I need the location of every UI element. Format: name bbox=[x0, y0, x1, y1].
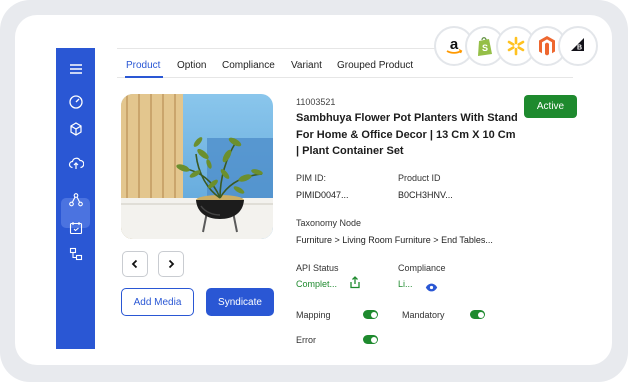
svg-text:S: S bbox=[482, 43, 488, 53]
mandatory-toggle[interactable] bbox=[470, 310, 485, 319]
compliance-label: Compliance bbox=[398, 263, 446, 273]
mapping-label: Mapping bbox=[296, 310, 331, 320]
mandatory-label: Mandatory bbox=[402, 310, 445, 320]
tab-product[interactable]: Product bbox=[126, 60, 160, 71]
share-icon[interactable] bbox=[349, 276, 361, 294]
next-image-button[interactable] bbox=[158, 251, 184, 277]
tab-grouped-product[interactable]: Grouped Product bbox=[337, 60, 413, 71]
sidebar-item-schedule[interactable] bbox=[56, 215, 95, 241]
tab-variant[interactable]: Variant bbox=[291, 60, 322, 71]
error-toggle[interactable] bbox=[363, 335, 378, 344]
active-tab-indicator bbox=[125, 76, 163, 78]
taxonomy-label: Taxonomy Node bbox=[296, 218, 362, 228]
network-icon bbox=[68, 193, 83, 207]
hierarchy-icon bbox=[69, 247, 82, 261]
walmart-icon bbox=[507, 36, 525, 56]
sidebar-item-network[interactable] bbox=[56, 187, 95, 213]
add-media-button[interactable]: Add Media bbox=[121, 288, 194, 316]
compliance-value: Li... bbox=[398, 279, 413, 289]
chevron-left-icon bbox=[131, 259, 138, 269]
product-title: Sambhuya Flower Pot Planters With Stand … bbox=[296, 112, 518, 157]
calendar-check-icon bbox=[69, 222, 82, 235]
dashboard-icon bbox=[68, 95, 83, 109]
sidebar-item-syndication[interactable] bbox=[56, 150, 95, 176]
prev-image-button[interactable] bbox=[122, 251, 148, 277]
syndicate-button[interactable]: Syndicate bbox=[206, 288, 274, 316]
chevron-right-icon bbox=[168, 259, 175, 269]
magento-icon bbox=[539, 36, 555, 56]
api-status-label: API Status bbox=[296, 263, 339, 273]
mapping-toggle[interactable] bbox=[363, 310, 378, 319]
api-status-value: Complet... bbox=[296, 279, 338, 289]
error-label: Error bbox=[296, 335, 316, 345]
status-badge: Active bbox=[524, 95, 577, 118]
svg-text:B: B bbox=[577, 45, 582, 52]
amazon-icon: a bbox=[446, 36, 463, 54]
cube-icon bbox=[69, 122, 82, 136]
bigcommerce-icon: B bbox=[571, 38, 584, 52]
pim-id-value: PIMID0047... bbox=[296, 190, 349, 200]
taxonomy-value: Furniture > Living Room Furniture > End … bbox=[296, 235, 493, 245]
sidebar-item-products[interactable] bbox=[56, 116, 95, 142]
sidebar-item-hierarchy[interactable] bbox=[56, 241, 95, 267]
tab-option[interactable]: Option bbox=[177, 60, 206, 71]
svg-text:a: a bbox=[450, 36, 459, 53]
menu-icon bbox=[69, 64, 82, 74]
channel-bigcommerce[interactable]: B bbox=[558, 26, 598, 66]
tab-compliance[interactable]: Compliance bbox=[222, 60, 275, 71]
product-sku: 11003521 bbox=[296, 97, 336, 107]
sidebar-item-dashboard[interactable] bbox=[56, 89, 95, 115]
pim-id-label: PIM ID: bbox=[296, 173, 327, 183]
sidebar-item-menu[interactable] bbox=[56, 56, 95, 82]
product-id-value: B0CH3HNV... bbox=[398, 190, 453, 200]
eye-icon[interactable] bbox=[425, 279, 438, 297]
sidebar bbox=[56, 48, 95, 349]
product-id-label: Product ID bbox=[398, 173, 441, 183]
shopify-icon: S bbox=[478, 37, 492, 56]
upload-cloud-icon bbox=[68, 157, 84, 169]
product-image bbox=[121, 94, 273, 239]
